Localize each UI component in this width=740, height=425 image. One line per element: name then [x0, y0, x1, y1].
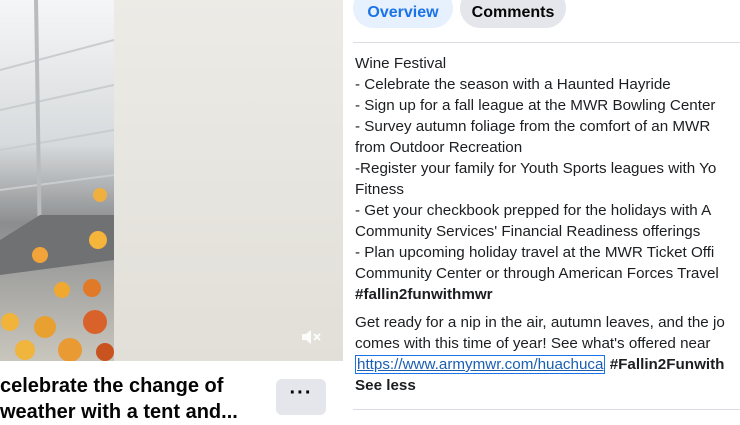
more-options-icon: ··· — [289, 382, 313, 404]
see-less-button[interactable]: See less — [355, 375, 416, 396]
more-options-button[interactable]: ··· — [276, 379, 326, 415]
description-text: Wine Festival - Celebrate the season wit… — [355, 53, 740, 305]
autumn-leaves-scene — [0, 0, 114, 361]
description-line: from Outdoor Recreation — [355, 139, 523, 156]
description-paragraph: Get ready for a nip in the air, autumn l… — [355, 312, 740, 375]
divider — [353, 42, 740, 43]
hashtag[interactable]: #Fallin2Funwith — [610, 356, 725, 373]
description-line: Fitness — [355, 181, 404, 198]
description-line: - Get your checkbook prepped for the hol… — [355, 202, 712, 219]
huachuca-link[interactable]: https://www.armymwr.com/huachuca — [355, 355, 606, 374]
description-line: Wine Festival — [355, 55, 447, 72]
tab-comments[interactable]: Comments — [460, 0, 566, 28]
video-player[interactable] — [0, 0, 343, 361]
video-title: celebrate the change of weather with a t… — [0, 375, 238, 423]
description-line: Community Services' Financial Readiness … — [355, 223, 701, 240]
description-line: - Sign up for a fall league at the MWR B… — [355, 97, 716, 114]
description-line: comes with this time of year! See what's… — [355, 335, 711, 352]
video-frame-left — [0, 0, 114, 361]
video-frame-blurred — [114, 0, 343, 361]
description-line: Community Center or through American For… — [355, 265, 719, 282]
description-line: -Register your family for Youth Sports l… — [355, 160, 717, 177]
speaker-muted-icon[interactable] — [299, 325, 323, 349]
description-line: - Plan upcoming holiday travel at the MW… — [355, 244, 715, 261]
description-line: Get ready for a nip in the air, autumn l… — [355, 314, 725, 331]
description-line: - Survey autumn foliage from the comfort… — [355, 118, 711, 135]
description-line: - Celebrate the season with a Haunted Ha… — [355, 76, 671, 93]
divider — [353, 409, 740, 410]
tab-overview[interactable]: Overview — [353, 0, 453, 28]
hashtag[interactable]: #fallin2funwithmwr — [355, 284, 740, 305]
